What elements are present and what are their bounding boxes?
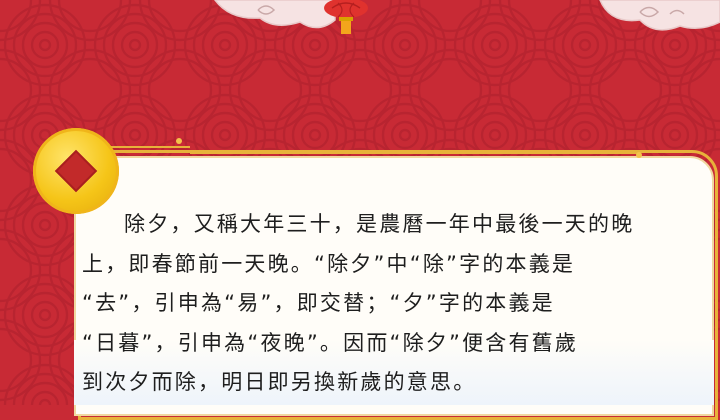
- paragraph-line: “去”，引申為“易”，即交替；“夕”字的本義是: [82, 291, 555, 315]
- gold-accent-dot: [176, 138, 182, 144]
- paragraph-line: “日暮”，引申為“夜晚”。因而“除夕”便含有舊歲: [82, 330, 579, 355]
- paragraph-line: 到次夕而除，明日即另換新歲的意思。: [82, 370, 477, 394]
- paragraph-line: 上，即春節前一天晚。“除夕”中“除”字的本義是: [82, 251, 576, 276]
- gold-accent-line: [110, 146, 190, 148]
- gold-accent-line: [190, 152, 640, 154]
- gold-accent-dot: [636, 152, 642, 158]
- coin-center-square: [54, 149, 98, 193]
- paragraph: 除夕，又稱大年三十，是農曆一年中最後一天的晚 上，即春節前一天晚。“除夕”中“除…: [82, 205, 682, 403]
- paragraph-line: 除夕，又稱大年三十，是農曆一年中最後一天的晚: [124, 212, 635, 236]
- chinese-coin-icon: [33, 128, 119, 214]
- lantern-icon: [324, 0, 368, 34]
